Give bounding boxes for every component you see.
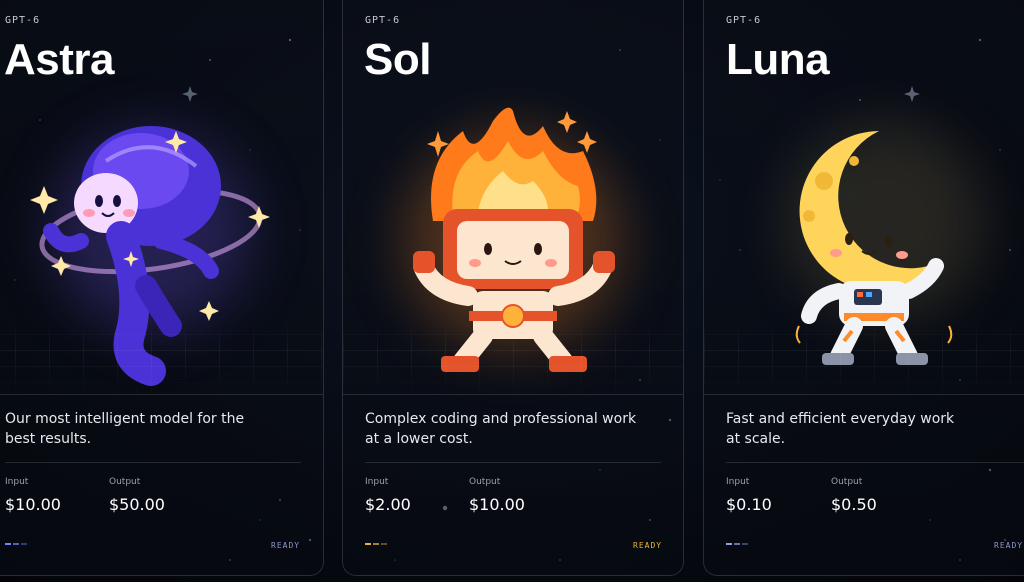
model-card-luna[interactable]: GPT-6 Luna Fast and efficient everyday w…: [703, 0, 1024, 576]
divider: [343, 394, 683, 395]
input-price-label: Input: [365, 477, 389, 487]
status-label: READY: [271, 541, 301, 550]
divider: [365, 462, 661, 463]
model-description: Fast and efficient everyday work at scal…: [726, 409, 1006, 449]
status-label: READY: [633, 541, 663, 550]
input-price-value: $2.00: [365, 495, 411, 514]
divider: [0, 394, 323, 395]
model-card-sol[interactable]: GPT-6 Sol Complex coding and professiona…: [342, 0, 684, 576]
accent-dashes: [365, 543, 387, 545]
output-price-label: Output: [109, 477, 141, 487]
description-line: Our most intelligent model for the: [5, 411, 245, 427]
status-label: READY: [994, 541, 1024, 550]
brand-label: GPT-6: [365, 15, 401, 26]
model-name: Luna: [726, 35, 830, 84]
model-card-astra[interactable]: GPT-6 Astra Our most intelligent model f…: [0, 0, 324, 576]
output-price-value: $10.00: [469, 495, 525, 514]
brand-label: GPT-6: [5, 15, 41, 26]
output-price-label: Output: [831, 477, 863, 487]
model-name: Astra: [4, 35, 115, 84]
output-price-label: Output: [469, 477, 501, 487]
output-price-value: $50.00: [109, 495, 165, 514]
input-price-label: Input: [5, 477, 29, 487]
divider: [5, 462, 301, 463]
input-price-value: $10.00: [5, 495, 61, 514]
description-line: at scale.: [726, 431, 786, 447]
description-line: best results.: [5, 431, 92, 447]
divider: [726, 462, 1024, 463]
divider: [704, 394, 1024, 395]
brand-label: GPT-6: [726, 15, 762, 26]
description-line: at a lower cost.: [365, 431, 473, 447]
horizon-grid: [704, 319, 1024, 399]
model-description: Our most intelligent model for the best …: [5, 409, 265, 449]
description-line: Fast and efficient everyday work: [726, 411, 955, 427]
horizon-grid: [343, 319, 683, 399]
input-price-value: $0.10: [726, 495, 772, 514]
model-description: Complex coding and professional work at …: [365, 409, 665, 449]
model-name: Sol: [364, 35, 431, 84]
input-price-label: Input: [726, 477, 750, 487]
output-price-value: $0.50: [831, 495, 877, 514]
description-line: Complex coding and professional work: [365, 411, 637, 427]
accent-dashes: [726, 543, 748, 545]
accent-dashes: [5, 543, 27, 545]
horizon-grid: [0, 319, 323, 399]
